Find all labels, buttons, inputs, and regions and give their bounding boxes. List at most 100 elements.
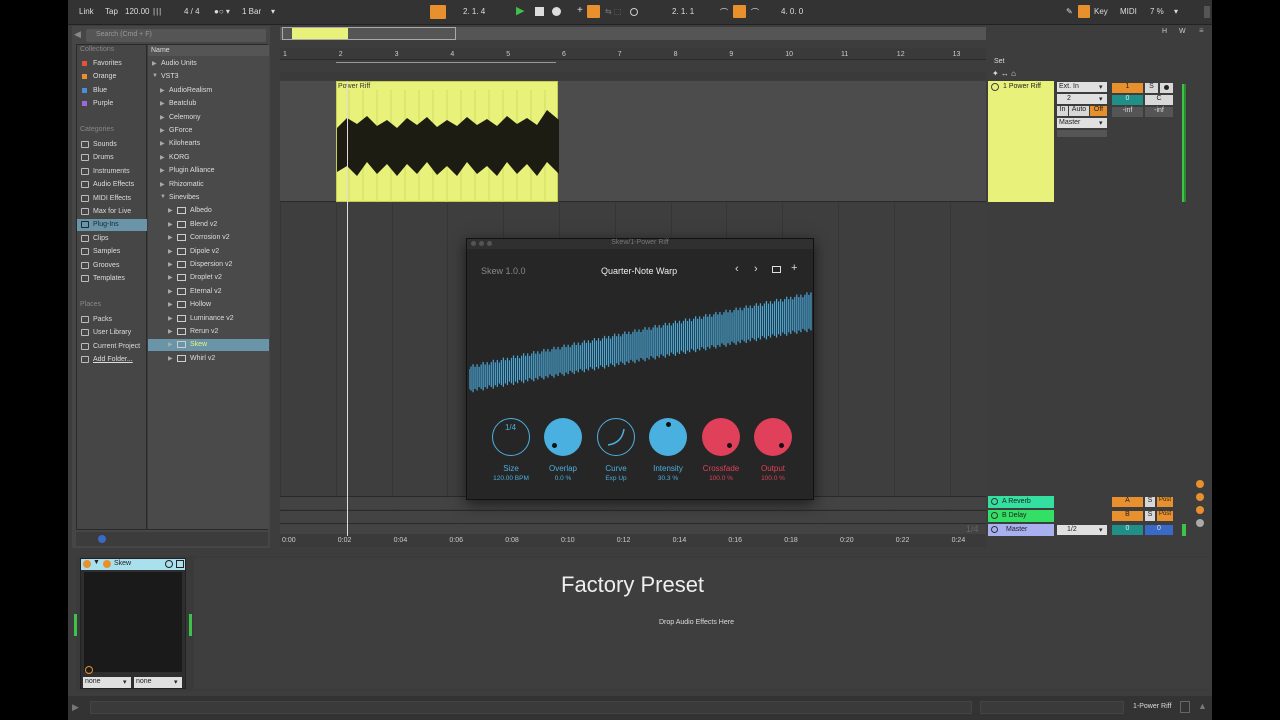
- disclosure-closed-icon[interactable]: ▶: [168, 261, 173, 268]
- browser-item[interactable]: ▼ Sinevibes: [148, 192, 269, 204]
- category-midi-effects[interactable]: MIDI Effects: [77, 193, 147, 205]
- nudge-icon[interactable]: |||: [153, 7, 162, 16]
- scrub-area[interactable]: [280, 72, 986, 80]
- category-plug-ins[interactable]: Plug-Ins: [77, 219, 147, 231]
- disclosure-closed-icon[interactable]: ▶: [168, 248, 173, 255]
- browser-item[interactable]: ▶ Hollow: [148, 299, 269, 311]
- browser-item[interactable]: ▶ Rhizomatic: [148, 179, 269, 191]
- plugin-titlebar[interactable]: Skew/1-Power Riff: [467, 239, 813, 249]
- return-track-header[interactable]: A Reverb: [988, 496, 1054, 508]
- browser-item[interactable]: ▼ VST3: [148, 71, 269, 83]
- disclosure-closed-icon[interactable]: ▶: [168, 207, 173, 214]
- master-volume-field[interactable]: 0: [1112, 525, 1143, 535]
- metronome-icon[interactable]: ●○ ▾: [214, 7, 230, 16]
- disclosure-closed-icon[interactable]: ▶: [160, 87, 165, 94]
- collection-blue[interactable]: Blue: [77, 85, 147, 97]
- record-icon[interactable]: [552, 7, 561, 16]
- time-ruler[interactable]: 0:00 0:02 0:04 0:06 0:08 0:10 0:12 0:14 0:16 0:18…: [280, 534, 986, 547]
- device-chain-item[interactable]: ▼ Skew none ▾ none ▾: [80, 558, 186, 689]
- post-button[interactable]: Post: [1157, 497, 1173, 507]
- device-close-icon[interactable]: [176, 560, 184, 568]
- browser-item[interactable]: ▶ Albedo: [148, 205, 269, 217]
- preview-toggle-icon[interactable]: [98, 535, 106, 543]
- category-drums[interactable]: Drums: [77, 152, 147, 164]
- midi-map-label[interactable]: MIDI: [1120, 7, 1137, 16]
- sidechain-output-select[interactable]: none ▾: [134, 677, 182, 688]
- category-audio-effects[interactable]: Audio Effects: [77, 179, 147, 191]
- meter-field[interactable]: 4 / 4: [184, 7, 200, 16]
- disclosure-closed-icon[interactable]: ▶: [168, 234, 173, 241]
- preset-name[interactable]: Quarter-Note Warp: [601, 266, 677, 276]
- track-activator-button[interactable]: 1: [1112, 83, 1143, 93]
- browser-item[interactable]: ▶ GForce: [148, 125, 269, 137]
- collapse-icon[interactable]: ▲: [1198, 701, 1207, 711]
- size-knob[interactable]: 1/4: [492, 418, 530, 456]
- search-input[interactable]: Search (Cmd + F): [86, 29, 266, 42]
- track-name[interactable]: 1 Power Riff: [1003, 83, 1041, 90]
- device-titlebar[interactable]: ▼ Skew: [81, 559, 185, 570]
- add-folder-link[interactable]: Add Folder...: [77, 354, 147, 366]
- browser-toggle-icon[interactable]: ◀: [74, 29, 81, 40]
- device-edit-icon[interactable]: [103, 560, 111, 568]
- browser-item[interactable]: ▶ Rerun v2: [148, 326, 269, 338]
- disclosure-closed-icon[interactable]: ▶: [160, 100, 165, 107]
- category-grooves[interactable]: Grooves: [77, 260, 147, 272]
- punch-in-icon[interactable]: ⌒: [720, 7, 728, 18]
- curve-knob[interactable]: [597, 418, 635, 456]
- category-samples[interactable]: Samples: [77, 246, 147, 258]
- browser-item[interactable]: ▶ Plugin Alliance: [148, 165, 269, 177]
- key-map-label[interactable]: Key: [1094, 7, 1108, 16]
- chevron-down-icon[interactable]: ▾: [271, 7, 275, 16]
- overview-bar[interactable]: [280, 27, 986, 40]
- disclosure-closed-icon[interactable]: ▶: [160, 167, 165, 174]
- preset-browser-icon[interactable]: [772, 266, 781, 273]
- collection-favorites[interactable]: Favorites: [77, 58, 147, 70]
- plugin-window[interactable]: Skew/1-Power Riff Skew 1.0.0 Quarter-Not…: [466, 238, 814, 500]
- collection-orange[interactable]: Orange: [77, 71, 147, 83]
- category-templates[interactable]: Templates: [77, 273, 147, 285]
- browser-item[interactable]: ▶ Skew: [148, 339, 269, 352]
- overview-viewport[interactable]: [282, 27, 456, 40]
- link-button[interactable]: Link: [79, 7, 94, 16]
- quantize-select[interactable]: 1 Bar: [242, 7, 261, 16]
- master-track-header[interactable]: Master: [988, 524, 1054, 536]
- disclosure-closed-icon[interactable]: ▶: [168, 301, 173, 308]
- name-column-header[interactable]: Name: [148, 45, 269, 56]
- browser-item[interactable]: ▶ Dipole v2: [148, 246, 269, 258]
- category-sounds[interactable]: Sounds: [77, 139, 147, 151]
- hide-button[interactable]: H: [1162, 28, 1167, 35]
- loop-length-field[interactable]: 4. 0. 0: [781, 7, 803, 16]
- arrangement-position[interactable]: 2. 1. 4: [463, 7, 485, 16]
- solo-button[interactable]: S: [1145, 83, 1158, 93]
- track-lane[interactable]: Power Riff: [280, 81, 986, 202]
- disclosure-closed-icon[interactable]: ▶: [160, 181, 165, 188]
- overlap-knob[interactable]: [544, 418, 582, 456]
- crossfade-knob[interactable]: [702, 418, 740, 456]
- place-user-library[interactable]: User Library: [77, 327, 147, 339]
- track-header[interactable]: 1 Power Riff: [988, 81, 1054, 202]
- input-type-select[interactable]: Ext. In ▾: [1057, 82, 1107, 92]
- device-mode-icon[interactable]: [85, 666, 93, 674]
- browser-item[interactable]: ▶ Kilohearts: [148, 138, 269, 150]
- zoom-icon[interactable]: [487, 241, 492, 246]
- intensity-knob[interactable]: [649, 418, 687, 456]
- browser-item[interactable]: ▶ Blend v2: [148, 219, 269, 231]
- drop-area[interactable]: Factory Preset Drop Audio Effects Here: [194, 558, 1209, 689]
- loop-button[interactable]: [733, 5, 746, 18]
- place-current-project[interactable]: Current Project: [77, 341, 147, 353]
- output-channel-select[interactable]: [1057, 130, 1107, 137]
- monitor-auto-button[interactable]: Auto: [1069, 106, 1089, 116]
- previous-preset-icon[interactable]: ‹: [735, 263, 739, 275]
- menu-icon[interactable]: ≡: [1199, 26, 1204, 35]
- disclosure-closed-icon[interactable]: ▶: [160, 154, 165, 161]
- pan-field[interactable]: C: [1145, 95, 1173, 105]
- collection-purple[interactable]: Purple: [77, 98, 147, 110]
- browser-item[interactable]: ▶ Corrosion v2: [148, 232, 269, 244]
- minimize-icon[interactable]: [479, 241, 484, 246]
- browser-item[interactable]: ▶ Dispersion v2: [148, 259, 269, 271]
- browser-item[interactable]: ▶ Celemony: [148, 112, 269, 124]
- reenable-automation-icon[interactable]: ⇆ ⬚: [605, 7, 621, 16]
- disclosure-closed-icon[interactable]: ▶: [168, 328, 173, 335]
- place-packs[interactable]: Packs: [77, 314, 147, 326]
- disclosure-closed-icon[interactable]: ▶: [168, 341, 173, 348]
